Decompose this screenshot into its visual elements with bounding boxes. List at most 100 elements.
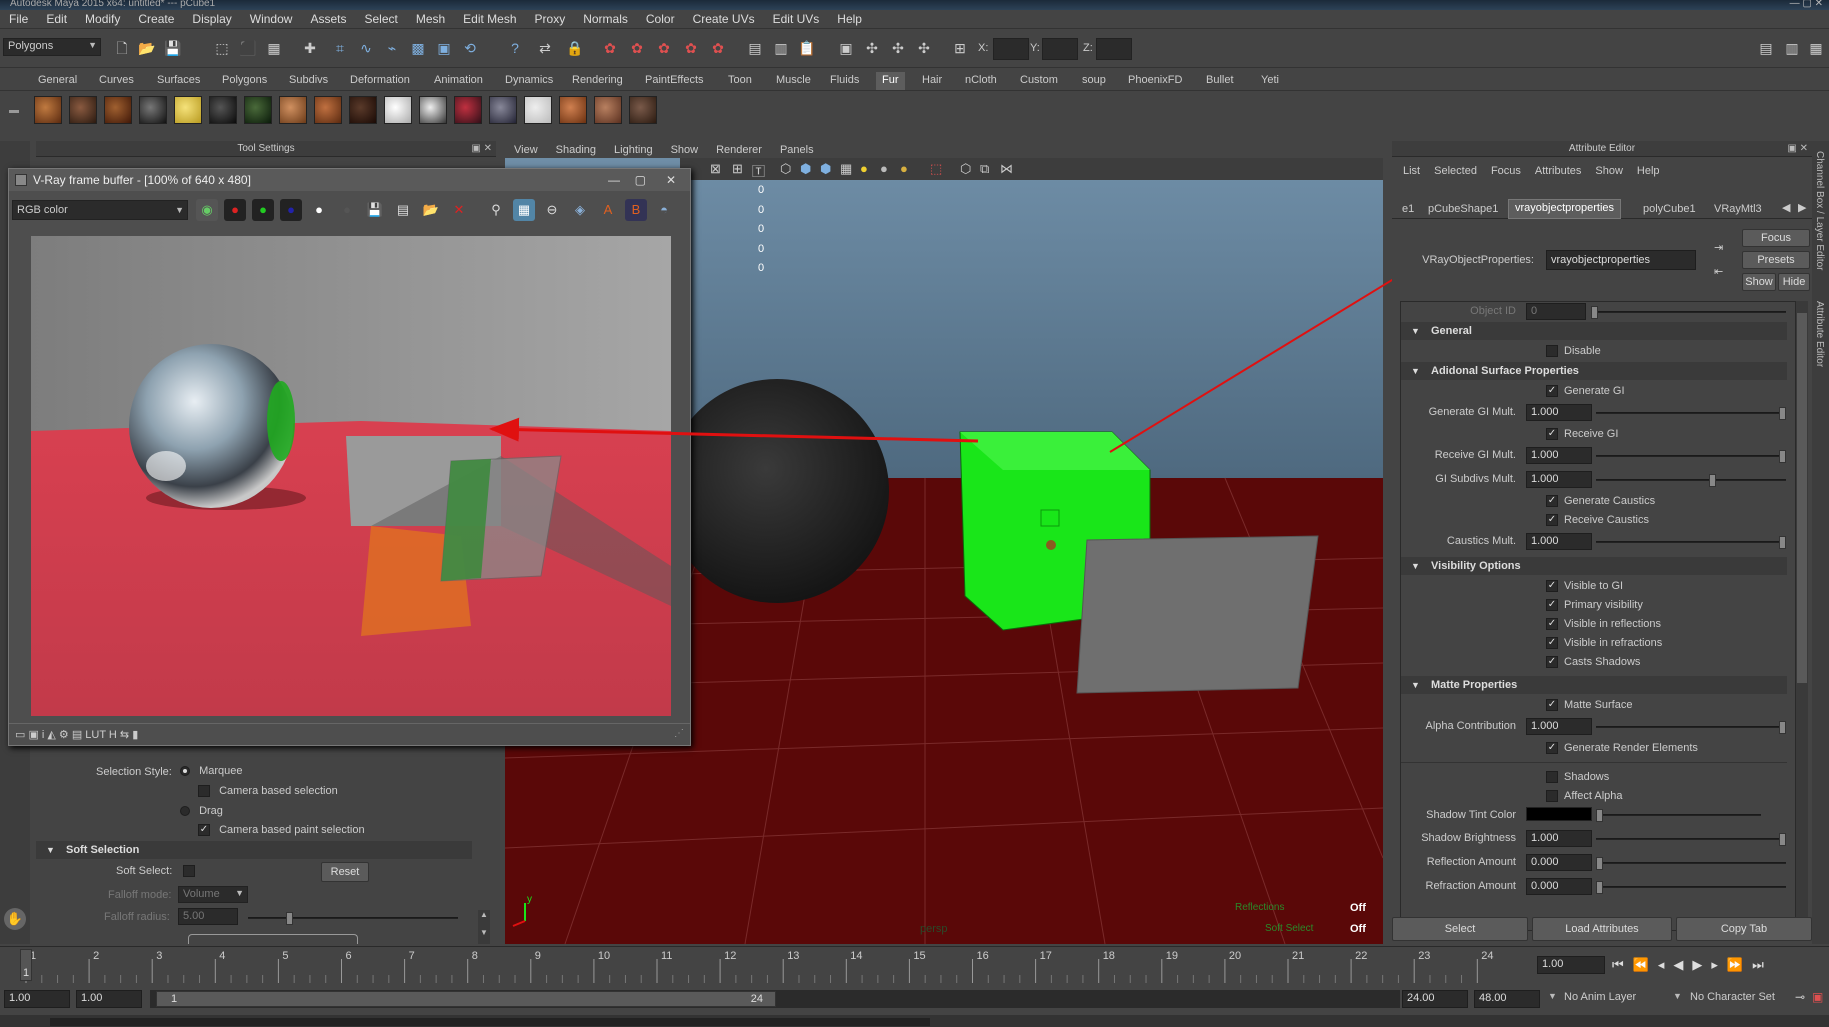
render-view-icon[interactable]: ✿ bbox=[708, 38, 728, 58]
range-bar[interactable]: 1 24 bbox=[156, 991, 776, 1007]
fur-preset-icon[interactable] bbox=[104, 96, 132, 124]
channel-dropdown[interactable]: RGB color ▼ bbox=[12, 200, 188, 220]
menuset-dropdown[interactable]: Polygons ▼ bbox=[3, 38, 101, 56]
vp-menu-show[interactable]: Show bbox=[662, 144, 708, 156]
cube-view-icon[interactable]: ⬡ bbox=[960, 161, 971, 177]
open-scene-icon[interactable]: 📂 bbox=[137, 38, 157, 58]
alpha-contribution-slider[interactable] bbox=[1596, 721, 1786, 734]
select-component-icon[interactable]: ▦ bbox=[264, 38, 284, 58]
fur-preset-icon[interactable] bbox=[174, 96, 202, 124]
fur-render-icon[interactable]: ✣ bbox=[914, 38, 934, 58]
fur-tools-icon[interactable]: ✣ bbox=[862, 38, 882, 58]
smooth-shade-icon[interactable]: ⊞ bbox=[732, 161, 743, 177]
blue-channel-icon[interactable]: ● bbox=[280, 199, 302, 221]
select-hierarchy-icon[interactable]: ⬚ bbox=[212, 38, 232, 58]
y-field[interactable] bbox=[1042, 38, 1078, 60]
snap-curve-icon[interactable]: ∿ bbox=[356, 38, 376, 58]
falloff-radius-slider[interactable] bbox=[248, 912, 458, 925]
shaded-icon[interactable]: ⬢ bbox=[800, 161, 811, 177]
input-connections-icon[interactable]: ⇥ bbox=[1714, 241, 1723, 254]
shelf-tab-toon[interactable]: Toon bbox=[722, 72, 758, 90]
select-object-icon[interactable]: ⬛ bbox=[238, 38, 258, 58]
channel-box-toggle-icon[interactable]: ▦ bbox=[1806, 38, 1826, 58]
command-line[interactable] bbox=[0, 1015, 1829, 1027]
load-image-icon[interactable]: 📂 bbox=[420, 199, 442, 221]
ae-tab-pcubeshape1[interactable]: pCubeShape1 bbox=[1422, 201, 1504, 219]
clear-image-icon[interactable]: ✕ bbox=[448, 199, 470, 221]
visibility-section-header[interactable]: ▼ Visibility Options bbox=[1401, 557, 1787, 575]
maximize-icon[interactable]: ▢ bbox=[635, 169, 646, 191]
menu-select[interactable]: Select bbox=[355, 12, 406, 26]
outliner-icon[interactable]: ▥ bbox=[771, 38, 791, 58]
shadow-brightness-slider[interactable] bbox=[1596, 833, 1786, 846]
render-icon[interactable]: ◈ bbox=[569, 199, 591, 221]
current-frame-marker[interactable]: 1 bbox=[20, 949, 32, 981]
generate-caustics-checkbox[interactable]: ✓ bbox=[1546, 495, 1558, 508]
vray-title-bar[interactable]: V-Ray frame buffer - [100% of 640 x 480]… bbox=[9, 169, 690, 191]
menu-window[interactable]: Window bbox=[241, 12, 302, 26]
select-button[interactable]: Select bbox=[1392, 917, 1528, 941]
playback-controls[interactable]: ⏮⏪◂◀▶▸⏩⏭ bbox=[1612, 957, 1773, 973]
history-icon[interactable]: ⟲ bbox=[460, 38, 480, 58]
shelf-tab-soup[interactable]: soup bbox=[1076, 72, 1112, 90]
menu-help[interactable]: Help bbox=[828, 12, 871, 26]
camera-icon[interactable]: ▣ bbox=[836, 38, 856, 58]
shadows-icon[interactable]: ● bbox=[900, 161, 908, 176]
ab-compare-icon[interactable]: A bbox=[597, 199, 619, 221]
modeling-toolkit-icon[interactable]: ▤ bbox=[1756, 38, 1776, 58]
status-icons[interactable]: ▭ ▣ i ◭ ⚙ ▤ LUT H ⇆ ▮ bbox=[15, 728, 138, 741]
fur-preset-icon[interactable] bbox=[524, 96, 552, 124]
ae-menu-show[interactable]: Show bbox=[1588, 165, 1630, 177]
shelf-tab-fluids[interactable]: Fluids bbox=[824, 72, 865, 90]
receive-gi-mult-slider[interactable] bbox=[1596, 450, 1786, 463]
camera-based-paint-selection-checkbox[interactable]: ✓ bbox=[198, 824, 210, 837]
object-id-field[interactable]: 0 bbox=[1526, 303, 1586, 320]
shelf-tab-custom[interactable]: Custom bbox=[1014, 72, 1064, 90]
marquee-radio[interactable] bbox=[180, 766, 190, 777]
default-light-icon[interactable]: ● bbox=[860, 161, 868, 176]
fur-preset-icon[interactable] bbox=[419, 96, 447, 124]
x-field[interactable] bbox=[993, 38, 1029, 60]
ae-menu-focus[interactable]: Focus bbox=[1484, 165, 1528, 177]
visible-in-reflections-checkbox[interactable]: ✓ bbox=[1546, 618, 1558, 631]
alpha-channel-icon[interactable]: ● bbox=[308, 199, 330, 221]
matte-surface-checkbox[interactable]: ✓ bbox=[1546, 699, 1558, 712]
casts-shadows-checkbox[interactable]: ✓ bbox=[1546, 656, 1558, 669]
link-icon[interactable]: ⊖ bbox=[541, 199, 563, 221]
anim-layer-dropdown[interactable]: No Anim Layer bbox=[1564, 991, 1636, 1003]
generate-gi-checkbox[interactable]: ✓ bbox=[1546, 385, 1558, 398]
tab-scroll-right-icon[interactable]: ▶ bbox=[1798, 201, 1806, 214]
disable-checkbox[interactable] bbox=[1546, 345, 1558, 358]
stamp-icon[interactable]: ◓ bbox=[653, 199, 675, 221]
render-image[interactable] bbox=[31, 236, 671, 716]
clipboard-icon[interactable]: 📋 bbox=[797, 38, 817, 58]
save-all-icon[interactable]: ▤ bbox=[392, 199, 414, 221]
close-icon[interactable]: ▣ ✕ bbox=[471, 141, 492, 157]
current-time-field[interactable]: 1.00 bbox=[1537, 956, 1605, 974]
falloff-curve[interactable] bbox=[188, 934, 358, 944]
ae-tab-vrayobjectproperties[interactable]: vrayobjectproperties bbox=[1508, 199, 1622, 219]
primary-visibility-checkbox[interactable]: ✓ bbox=[1546, 599, 1558, 612]
receive-caustics-checkbox[interactable]: ✓ bbox=[1546, 514, 1558, 527]
close-icon[interactable]: ✕ bbox=[666, 169, 676, 191]
shelf-tab-fur[interactable]: Fur bbox=[876, 72, 905, 90]
snap-point-icon[interactable]: ⌁ bbox=[382, 38, 402, 58]
affect-alpha-checkbox[interactable] bbox=[1546, 790, 1558, 803]
transform-mode-icon[interactable]: ⊞ bbox=[950, 38, 970, 58]
ae-menu-attributes[interactable]: Attributes bbox=[1528, 165, 1588, 177]
vp-menu-renderer[interactable]: Renderer bbox=[707, 144, 771, 156]
range-track[interactable]: 1 24 bbox=[150, 990, 1400, 1008]
isolate-select-icon[interactable]: ⬚ bbox=[930, 161, 942, 177]
fur-preset-icon[interactable] bbox=[314, 96, 342, 124]
fur-preset-icon[interactable] bbox=[349, 96, 377, 124]
shelf-tab-yeti[interactable]: Yeti bbox=[1255, 72, 1285, 90]
receive-gi-mult-field[interactable]: 1.000 bbox=[1526, 447, 1592, 464]
playback-start-field[interactable]: 1.00 bbox=[76, 990, 142, 1008]
shelf-tab-dynamics[interactable]: Dynamics bbox=[499, 72, 559, 90]
reflection-amount-slider[interactable] bbox=[1596, 857, 1786, 870]
fur-preset-icon[interactable] bbox=[279, 96, 307, 124]
menu-mesh[interactable]: Mesh bbox=[407, 12, 454, 26]
shelf-tab-phoenixfd[interactable]: PhoenixFD bbox=[1122, 72, 1188, 90]
menu-create-uvs[interactable]: Create UVs bbox=[684, 12, 764, 26]
soft-selection-header[interactable]: ▼ Soft Selection bbox=[36, 841, 472, 859]
